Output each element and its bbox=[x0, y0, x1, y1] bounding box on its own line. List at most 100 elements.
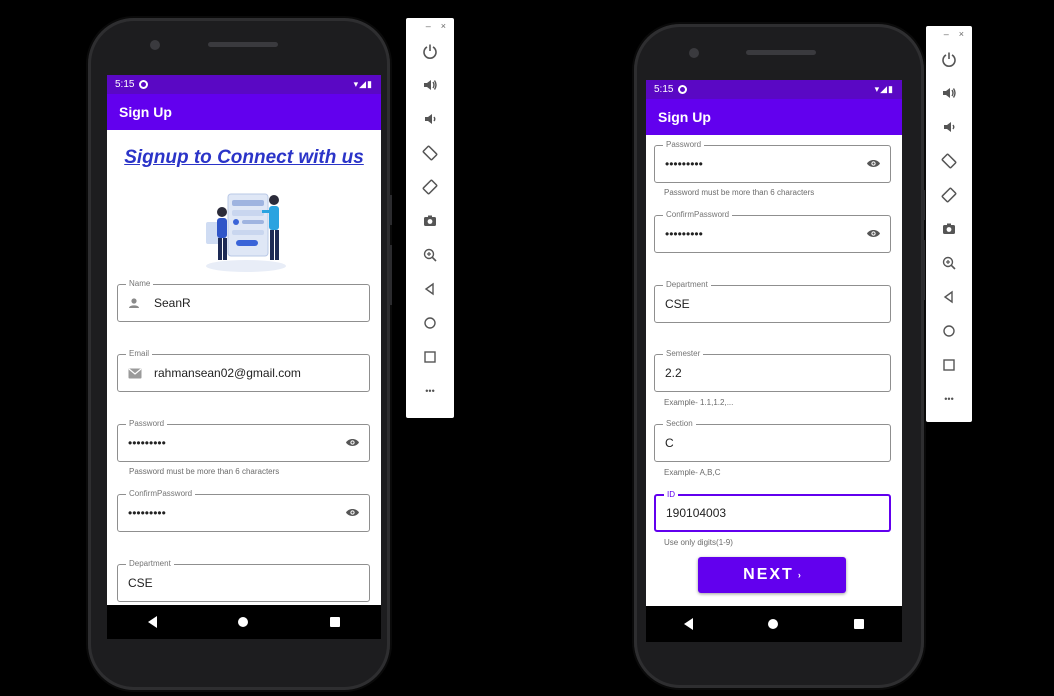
volume-down-button[interactable] bbox=[926, 110, 972, 144]
email-value: rahmansean02@gmail.com bbox=[154, 366, 301, 380]
power-button[interactable] bbox=[406, 34, 454, 68]
app-bar: Sign Up bbox=[646, 99, 902, 135]
nav-home-icon[interactable] bbox=[768, 619, 779, 629]
emulator-toolbar-right: – × ••• bbox=[926, 26, 972, 422]
status-time: 5:15 bbox=[654, 84, 674, 95]
notification-icon bbox=[678, 85, 688, 94]
overview-icon bbox=[943, 359, 955, 371]
password-label: Password bbox=[663, 140, 705, 150]
semester-helper-text: Example- 1.1,1.2,... bbox=[664, 398, 734, 407]
person-icon bbox=[129, 298, 139, 308]
nav-recent-icon[interactable] bbox=[854, 619, 865, 629]
department-field[interactable]: Department CSE bbox=[654, 280, 891, 323]
left-phone-side-button bbox=[389, 195, 392, 225]
volume-up-icon bbox=[424, 80, 437, 90]
power-button[interactable] bbox=[926, 42, 972, 76]
department-label: Department bbox=[663, 280, 711, 290]
password-value: ••••••••• bbox=[128, 436, 166, 450]
volume-up-button[interactable] bbox=[926, 76, 972, 110]
signal-battery-icon: ▾◢▮ bbox=[353, 79, 373, 89]
right-phone-side-button bbox=[922, 190, 925, 220]
section-label: Section bbox=[663, 419, 696, 429]
screenshot-button[interactable] bbox=[926, 212, 972, 246]
department-label: Department bbox=[126, 559, 174, 569]
signal-battery-icon: ▾◢▮ bbox=[874, 84, 894, 94]
rotate-left-icon bbox=[941, 153, 957, 169]
rotate-right-icon bbox=[941, 187, 957, 203]
rotate-right-button[interactable] bbox=[926, 178, 972, 212]
signup-form-scrolled[interactable]: Password ••••••••• Password must be more… bbox=[646, 135, 902, 606]
more-icon: ••• bbox=[944, 394, 954, 404]
nav-recent-icon[interactable] bbox=[330, 617, 341, 627]
overview-button[interactable] bbox=[406, 340, 454, 374]
confirm-password-field[interactable]: ConfirmPassword ••••••••• bbox=[654, 210, 891, 253]
rotate-left-icon bbox=[422, 145, 438, 161]
app-bar-title: Sign Up bbox=[658, 109, 711, 125]
back-button[interactable] bbox=[926, 280, 972, 314]
id-field[interactable]: ID 190104003 bbox=[654, 490, 891, 532]
minimize-button[interactable]: – bbox=[426, 21, 431, 31]
overview-button[interactable] bbox=[926, 348, 972, 382]
semester-label: Semester bbox=[663, 349, 704, 359]
status-time: 5:15 bbox=[115, 79, 135, 90]
confirm-password-field[interactable]: ConfirmPassword ••••••••• bbox=[117, 489, 370, 532]
back-icon bbox=[424, 282, 434, 296]
section-field[interactable]: Section C bbox=[654, 419, 891, 462]
back-button[interactable] bbox=[406, 272, 454, 306]
camera-icon bbox=[424, 215, 436, 226]
nav-home-icon[interactable] bbox=[238, 617, 249, 627]
home-button[interactable] bbox=[406, 306, 454, 340]
more-button[interactable]: ••• bbox=[926, 382, 972, 416]
signup-form[interactable]: Signup to Connect with us Name SeanR Ema… bbox=[107, 130, 381, 605]
eye-icon[interactable] bbox=[867, 228, 880, 239]
confirm-password-value: ••••••••• bbox=[128, 506, 166, 520]
id-label: ID bbox=[664, 490, 678, 500]
left-screen: 5:15 ▾◢▮ Sign Up Signup to Connect with … bbox=[107, 75, 381, 605]
department-value: CSE bbox=[665, 297, 690, 311]
email-field[interactable]: Email rahmansean02@gmail.com bbox=[117, 349, 370, 392]
zoom-button[interactable] bbox=[406, 238, 454, 272]
earpiece-speaker bbox=[746, 50, 816, 55]
semester-field[interactable]: Semester 2.2 bbox=[654, 349, 891, 392]
eye-icon[interactable] bbox=[346, 437, 359, 448]
home-icon bbox=[943, 325, 955, 337]
password-field[interactable]: Password ••••••••• bbox=[117, 419, 370, 462]
minimize-button[interactable]: – bbox=[944, 29, 949, 39]
right-nav-bar bbox=[646, 606, 902, 642]
name-label: Name bbox=[126, 279, 154, 289]
eye-icon[interactable] bbox=[867, 158, 880, 169]
close-button[interactable]: × bbox=[959, 29, 964, 39]
left-phone-side-button bbox=[389, 245, 392, 305]
rotate-left-button[interactable] bbox=[926, 144, 972, 178]
status-bar: 5:15 ▾◢▮ bbox=[107, 75, 381, 94]
volume-down-button[interactable] bbox=[406, 102, 454, 136]
volume-down-icon bbox=[944, 122, 955, 132]
more-button[interactable]: ••• bbox=[406, 374, 454, 408]
rotate-right-button[interactable] bbox=[406, 170, 454, 204]
screenshot-button[interactable] bbox=[406, 204, 454, 238]
nav-back-icon[interactable] bbox=[683, 618, 693, 630]
left-nav-bar bbox=[107, 605, 381, 639]
id-helper-text: Use only digits(1-9) bbox=[664, 538, 733, 547]
volume-up-button[interactable] bbox=[406, 68, 454, 102]
zoom-button[interactable] bbox=[926, 246, 972, 280]
overview-icon bbox=[424, 351, 436, 363]
nav-back-icon[interactable] bbox=[147, 616, 157, 628]
id-value: 190104003 bbox=[666, 506, 727, 520]
section-helper-text: Example- A,B,C bbox=[664, 468, 721, 477]
name-field[interactable]: Name SeanR bbox=[117, 279, 370, 322]
chevron-right-icon: › bbox=[797, 570, 801, 580]
eye-icon[interactable] bbox=[346, 507, 359, 518]
right-phone-side-button bbox=[922, 240, 925, 300]
next-button[interactable]: NEXT › bbox=[698, 557, 846, 593]
password-field[interactable]: Password ••••••••• bbox=[654, 140, 891, 183]
more-icon: ••• bbox=[425, 386, 435, 396]
rotate-right-icon bbox=[422, 179, 438, 195]
app-bar-title: Sign Up bbox=[119, 104, 172, 120]
department-field[interactable]: Department CSE bbox=[117, 559, 370, 602]
close-button[interactable]: × bbox=[441, 21, 446, 31]
password-label: Password bbox=[126, 419, 168, 429]
rotate-left-button[interactable] bbox=[406, 136, 454, 170]
semester-value: 2.2 bbox=[665, 366, 682, 380]
home-button[interactable] bbox=[926, 314, 972, 348]
